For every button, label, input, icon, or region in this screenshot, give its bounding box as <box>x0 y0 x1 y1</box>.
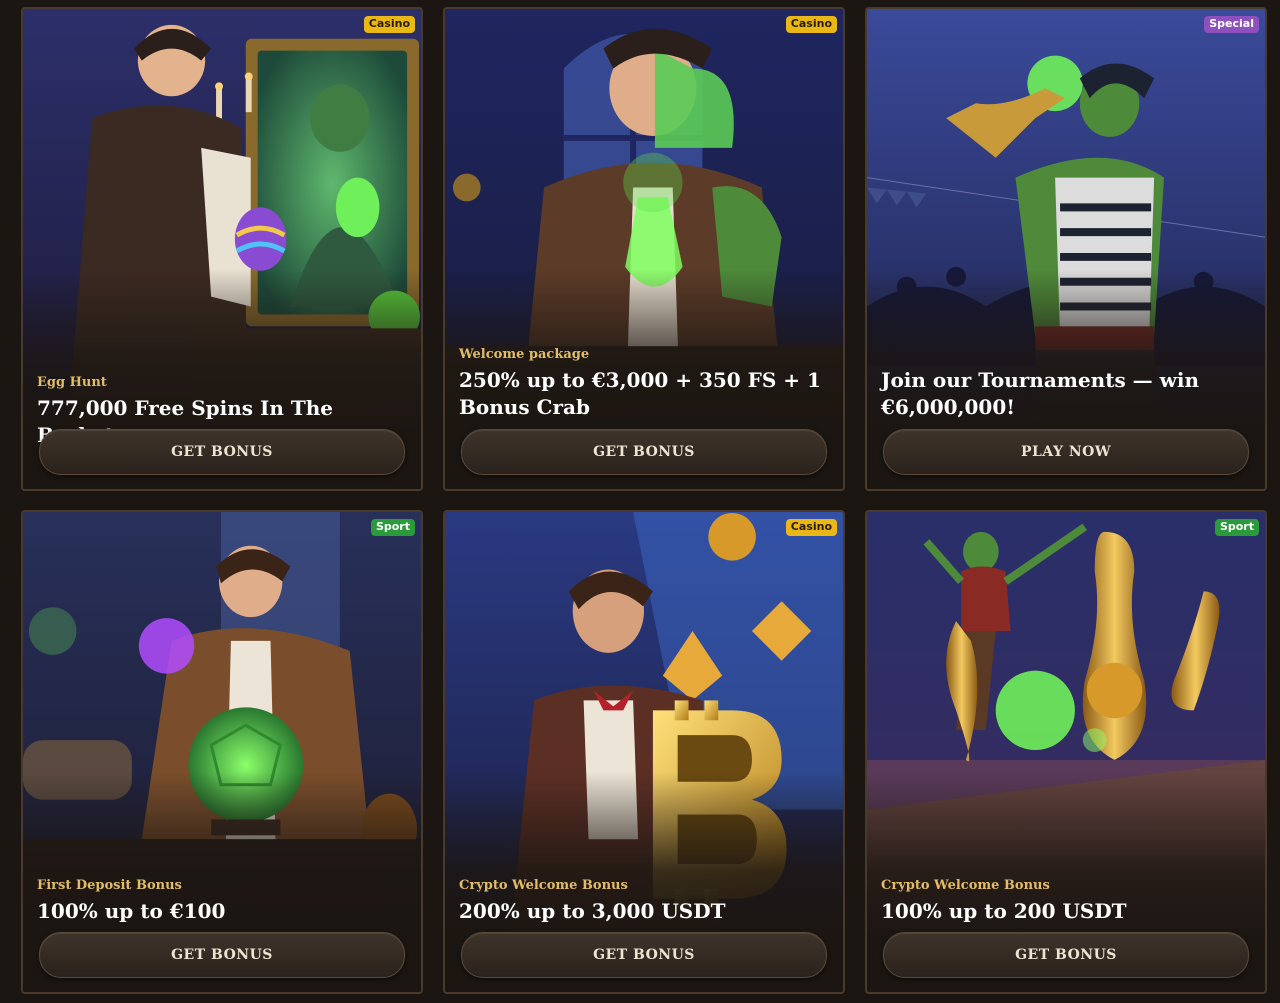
promo-grid: Casino Egg Hunt 777,000 Free Spins In Th… <box>0 0 1280 1003</box>
promo-card-crypto-usdt-3000[interactable]: Casino Crypto Welcome Bonus 200% up to 3… <box>443 510 845 994</box>
promo-card-egg-hunt[interactable]: Casino Egg Hunt 777,000 Free Spins In Th… <box>21 7 423 491</box>
promo-subtitle: Welcome package <box>459 347 590 362</box>
get-bonus-button[interactable]: GET BONUS <box>461 429 827 475</box>
promo-title: 100% up to €100 <box>37 899 226 923</box>
promo-card-crypto-usdt-200[interactable]: Sport Crypto Welcome Bonus 100% up to 20… <box>865 510 1267 994</box>
promo-title: 100% up to 200 USDT <box>881 899 1127 923</box>
get-bonus-button[interactable]: GET BONUS <box>39 932 405 978</box>
get-bonus-button[interactable]: GET BONUS <box>39 429 405 475</box>
promo-card-welcome-package[interactable]: Casino Welcome package 250% up to €3,000… <box>443 7 845 491</box>
promo-title: 250% up to €3,000 + 350 FS + 1 Bonus Cra… <box>459 368 821 419</box>
get-bonus-button[interactable]: GET BONUS <box>461 932 827 978</box>
category-badge: Casino <box>363 16 415 33</box>
promo-subtitle: Crypto Welcome Bonus <box>459 878 628 893</box>
category-badge: Casino <box>785 16 837 33</box>
play-now-button[interactable]: PLAY NOW <box>883 429 1249 475</box>
category-badge: Sport <box>370 519 415 536</box>
promo-subtitle: Crypto Welcome Bonus <box>881 878 1050 893</box>
category-badge: Casino <box>785 519 837 536</box>
promo-title: 200% up to 3,000 USDT <box>459 899 726 923</box>
promo-subtitle: Egg Hunt <box>37 375 107 390</box>
promo-card-first-deposit[interactable]: Sport First Deposit Bonus 100% up to €10… <box>21 510 423 994</box>
promo-card-tournaments[interactable]: Special Join our Tournaments — win €6,00… <box>865 7 1267 491</box>
category-badge: Special <box>1204 16 1259 33</box>
category-badge: Sport <box>1214 519 1259 536</box>
promo-subtitle: First Deposit Bonus <box>37 878 182 893</box>
get-bonus-button[interactable]: GET BONUS <box>883 932 1249 978</box>
promo-title: Join our Tournaments — win €6,000,000! <box>881 368 1199 419</box>
